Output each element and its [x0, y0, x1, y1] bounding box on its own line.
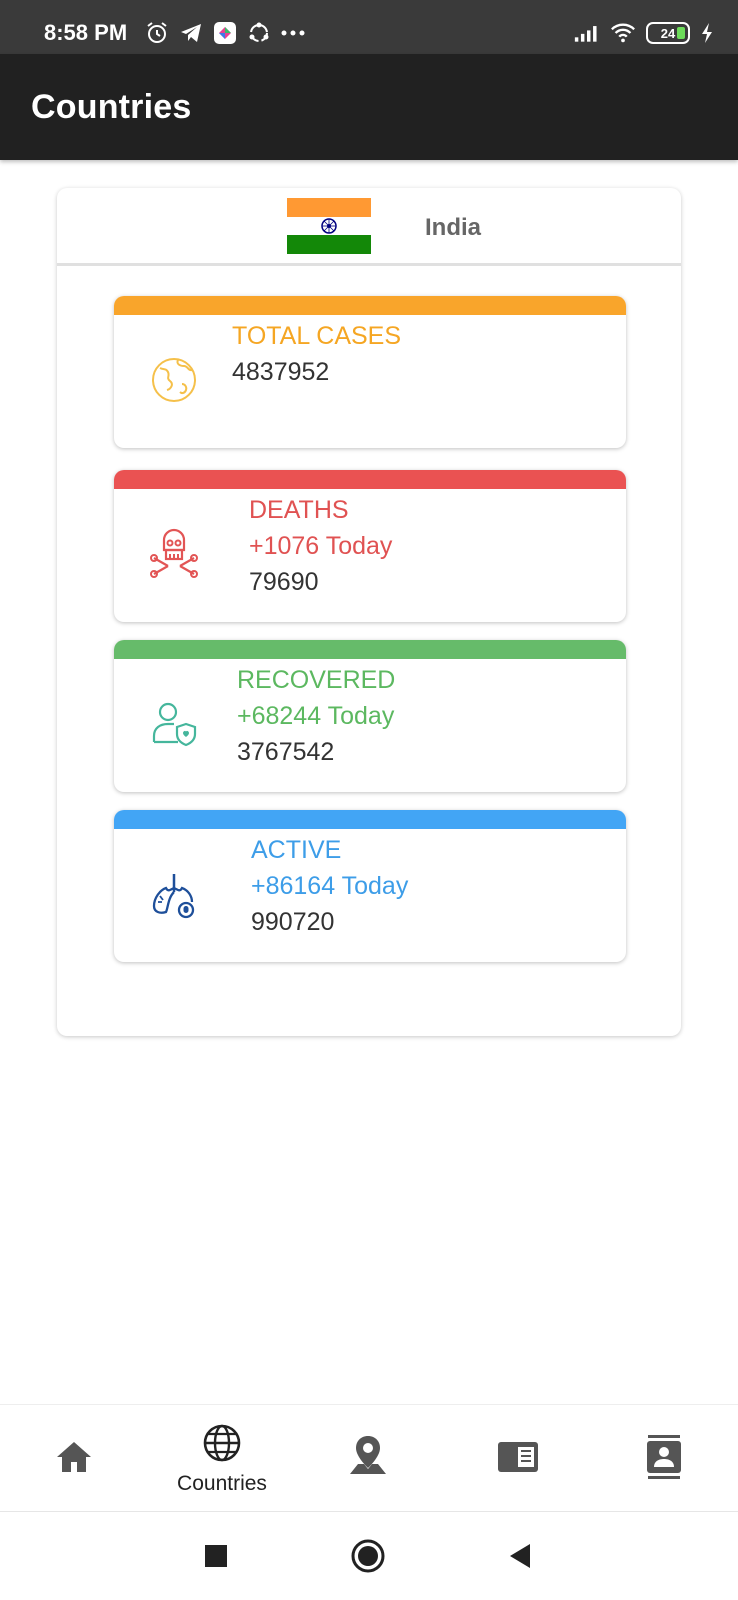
status-icons-right: 24 — [574, 19, 714, 47]
signal-icon — [574, 20, 600, 46]
battery-fill — [677, 27, 685, 39]
lungs-icon — [148, 868, 200, 920]
more-dots-icon — [280, 20, 306, 46]
nav-home[interactable] — [14, 1405, 134, 1513]
globe-icon — [202, 1423, 242, 1468]
active-color-bar — [114, 810, 626, 829]
active-text: ACTIVE +86164 Today 990720 — [251, 832, 408, 940]
telegram-icon — [178, 20, 204, 46]
deaths-today: +1076 Today — [249, 532, 393, 560]
page-title: Countries — [31, 88, 192, 126]
recovered-label: RECOVERED — [237, 666, 396, 694]
recovered-value: 3767542 — [237, 738, 335, 766]
total-cases-value: 4837952 — [232, 358, 330, 386]
deaths-card: DEATHS +1076 Today 79690 — [114, 470, 626, 622]
nav-contact[interactable] — [604, 1405, 724, 1513]
recovered-color-bar — [114, 640, 626, 659]
recovered-text: RECOVERED +68244 Today 3767542 — [237, 662, 395, 770]
battery-level: 24 — [660, 25, 676, 41]
active-value: 990720 — [251, 908, 335, 936]
wifi-icon — [610, 20, 636, 46]
total-cases-card: TOTAL CASES 4837952 — [114, 296, 626, 448]
nav-countries-label: Countries — [177, 1471, 267, 1495]
bottom-nav: Countries — [0, 1404, 738, 1512]
deaths-value: 79690 — [249, 568, 319, 596]
country-header: India — [57, 188, 681, 266]
status-time: 8:58 PM — [44, 20, 128, 45]
person-shield-icon — [148, 698, 200, 750]
app-bar: Countries — [0, 54, 738, 160]
sync-icon — [246, 20, 272, 46]
battery-icon: 24 — [646, 22, 690, 44]
back-button[interactable] — [502, 1538, 538, 1574]
country-card[interactable]: India TOTAL CASES 4837952 DEATHS +1076 T… — [57, 188, 681, 1036]
home-icon — [55, 1439, 93, 1480]
nav-map[interactable] — [308, 1405, 428, 1513]
nav-countries[interactable]: Countries — [162, 1405, 282, 1513]
home-button[interactable] — [350, 1538, 386, 1574]
deaths-label: DEATHS — [249, 496, 349, 524]
news-icon — [496, 1439, 540, 1480]
app-icon — [212, 20, 238, 46]
map-pin-icon — [346, 1434, 390, 1485]
deaths-text: DEATHS +1076 Today 79690 — [249, 492, 392, 600]
active-card: ACTIVE +86164 Today 990720 — [114, 810, 626, 962]
india-flag — [287, 198, 371, 254]
status-icons-left — [144, 19, 306, 47]
total-cases-text: TOTAL CASES 4837952 — [232, 318, 401, 390]
status-bar: 8:58 PM 24 — [0, 0, 738, 54]
system-nav-bar — [0, 1512, 738, 1600]
recovered-today: +68244 Today — [237, 702, 395, 730]
total-cases-color-bar — [114, 296, 626, 315]
active-label: ACTIVE — [251, 836, 342, 864]
active-today: +86164 Today — [251, 872, 409, 900]
skull-crossbones-icon — [148, 528, 200, 580]
deaths-color-bar — [114, 470, 626, 489]
contact-icon — [644, 1433, 684, 1486]
total-cases-label: TOTAL CASES — [232, 322, 402, 350]
recents-button[interactable] — [198, 1538, 234, 1574]
recovered-card: RECOVERED +68244 Today 3767542 — [114, 640, 626, 792]
nav-news[interactable] — [458, 1405, 578, 1513]
alarm-icon — [144, 20, 170, 46]
globe-icon — [148, 354, 200, 406]
country-name: India — [425, 214, 482, 241]
charging-icon — [700, 20, 714, 46]
